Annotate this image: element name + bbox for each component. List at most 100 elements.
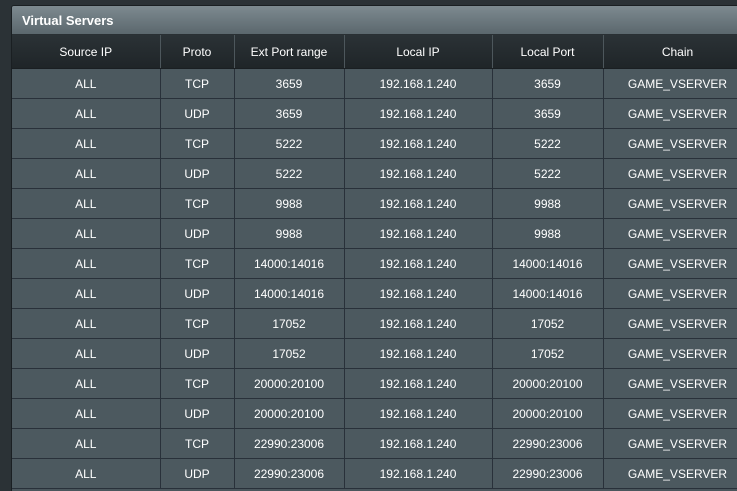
virtual-servers-panel: Virtual Servers Source IP Proto Ext Port… (11, 5, 737, 491)
table-row: ALL TCP 17052 192.168.1.240 17052 GAME_VSERVE… (12, 308, 737, 339)
ext-port-range-cell: 9988 (234, 218, 345, 249)
ext-port-range-cell: 9988 (234, 188, 345, 219)
chain-cell: GAME_VSERVER (603, 278, 737, 309)
proto-cell: TCP (160, 428, 235, 459)
column-header-local-ip: Local IP (344, 35, 493, 69)
local-ip-cell: 192.168.1.240 (344, 158, 493, 189)
chain-cell: GAME_VSERVER (603, 188, 737, 219)
proto-cell: TCP (160, 368, 235, 399)
local-port-cell: 14000:14016 (492, 278, 604, 309)
source-ip-cell: ALL (12, 218, 161, 249)
chain-cell: GAME_VSERVER (603, 68, 737, 99)
chain-cell: GAME_VSERVER (603, 428, 737, 459)
chain-cell: GAME_VSERVER (603, 158, 737, 189)
table-row: ALL UDP 9988 192.168.1.240 9988 GAME_VSERVER (12, 218, 737, 249)
table-row: ALL UDP 5222 192.168.1.240 5222 GAME_VSERVER (12, 158, 737, 189)
panel-title: Virtual Servers (22, 12, 114, 28)
source-ip-cell: ALL (12, 248, 161, 279)
table-row: ALL TCP 22990:23006 192.168.1.240 22990:2300… (12, 428, 737, 459)
local-port-cell: 20000:20100 (492, 368, 604, 399)
proto-cell: UDP (160, 218, 235, 249)
virtual-servers-table: Source IP Proto Ext Port range Local IP … (12, 35, 737, 489)
proto-cell: UDP (160, 398, 235, 429)
local-ip-cell: 192.168.1.240 (344, 398, 493, 429)
local-ip-cell: 192.168.1.240 (344, 98, 493, 129)
local-port-cell: 14000:14016 (492, 248, 604, 279)
ext-port-range-cell: 5222 (234, 128, 345, 159)
local-ip-cell: 192.168.1.240 (344, 428, 493, 459)
ext-port-range-cell: 17052 (234, 308, 345, 339)
proto-cell: UDP (160, 98, 235, 129)
ext-port-range-cell: 3659 (234, 98, 345, 129)
table-row: ALL UDP 22990:23006 192.168.1.240 22990:2300… (12, 458, 737, 489)
local-port-cell: 3659 (492, 98, 604, 129)
source-ip-cell: ALL (12, 308, 161, 339)
local-port-cell: 5222 (492, 128, 604, 159)
ext-port-range-cell: 14000:14016 (234, 278, 345, 309)
table-row: ALL TCP 20000:20100 192.168.1.240 20000:2010… (12, 368, 737, 399)
local-ip-cell: 192.168.1.240 (344, 278, 493, 309)
table-row: ALL UDP 20000:20100 192.168.1.240 20000:2010… (12, 398, 737, 429)
column-header-ext-port-range: Ext Port range (234, 35, 345, 69)
column-header-chain: Chain (603, 35, 737, 69)
proto-cell: TCP (160, 248, 235, 279)
proto-cell: TCP (160, 68, 235, 99)
chain-cell: GAME_VSERVER (603, 398, 737, 429)
table-row: ALL TCP 14000:14016 192.168.1.240 14000:1401… (12, 248, 737, 279)
local-port-cell: 5222 (492, 158, 604, 189)
source-ip-cell: ALL (12, 428, 161, 459)
table-row: ALL TCP 9988 192.168.1.240 9988 GAME_VSERVER (12, 188, 737, 219)
ext-port-range-cell: 20000:20100 (234, 398, 345, 429)
chain-cell: GAME_VSERVER (603, 338, 737, 369)
chain-cell: GAME_VSERVER (603, 248, 737, 279)
local-ip-cell: 192.168.1.240 (344, 338, 493, 369)
local-ip-cell: 192.168.1.240 (344, 458, 493, 489)
local-port-cell: 22990:23006 (492, 458, 604, 489)
local-ip-cell: 192.168.1.240 (344, 218, 493, 249)
chain-cell: GAME_VSERVER (603, 218, 737, 249)
source-ip-cell: ALL (12, 98, 161, 129)
proto-cell: TCP (160, 128, 235, 159)
local-port-cell: 9988 (492, 188, 604, 219)
proto-cell: UDP (160, 338, 235, 369)
chain-cell: GAME_VSERVER (603, 128, 737, 159)
source-ip-cell: ALL (12, 368, 161, 399)
table-row: ALL UDP 3659 192.168.1.240 3659 GAME_VSERVER (12, 98, 737, 129)
column-header-local-port: Local Port (492, 35, 604, 69)
chain-cell: GAME_VSERVER (603, 98, 737, 129)
ext-port-range-cell: 3659 (234, 68, 345, 99)
ext-port-range-cell: 20000:20100 (234, 368, 345, 399)
proto-cell: UDP (160, 278, 235, 309)
chain-cell: GAME_VSERVER (603, 458, 737, 489)
source-ip-cell: ALL (12, 338, 161, 369)
local-ip-cell: 192.168.1.240 (344, 68, 493, 99)
local-port-cell: 3659 (492, 68, 604, 99)
local-ip-cell: 192.168.1.240 (344, 128, 493, 159)
table-header-row: Source IP Proto Ext Port range Local IP … (12, 35, 737, 69)
local-ip-cell: 192.168.1.240 (344, 188, 493, 219)
panel-title-bar: Virtual Servers (12, 6, 737, 35)
source-ip-cell: ALL (12, 188, 161, 219)
local-port-cell: 17052 (492, 308, 604, 339)
local-port-cell: 22990:23006 (492, 428, 604, 459)
source-ip-cell: ALL (12, 158, 161, 189)
proto-cell: TCP (160, 308, 235, 339)
proto-cell: TCP (160, 188, 235, 219)
local-ip-cell: 192.168.1.240 (344, 248, 493, 279)
proto-cell: UDP (160, 158, 235, 189)
local-port-cell: 9988 (492, 218, 604, 249)
table-row: ALL TCP 5222 192.168.1.240 5222 GAME_VSERVER (12, 128, 737, 159)
ext-port-range-cell: 5222 (234, 158, 345, 189)
ext-port-range-cell: 22990:23006 (234, 428, 345, 459)
source-ip-cell: ALL (12, 128, 161, 159)
source-ip-cell: ALL (12, 398, 161, 429)
table-body: ALL TCP 3659 192.168.1.240 3659 GAME_VSERVER A… (12, 68, 737, 489)
table-row: ALL UDP 14000:14016 192.168.1.240 14000:1401… (12, 278, 737, 309)
proto-cell: UDP (160, 458, 235, 489)
source-ip-cell: ALL (12, 458, 161, 489)
ext-port-range-cell: 14000:14016 (234, 248, 345, 279)
source-ip-cell: ALL (12, 278, 161, 309)
source-ip-cell: ALL (12, 68, 161, 99)
column-header-proto: Proto (160, 35, 235, 69)
local-port-cell: 20000:20100 (492, 398, 604, 429)
